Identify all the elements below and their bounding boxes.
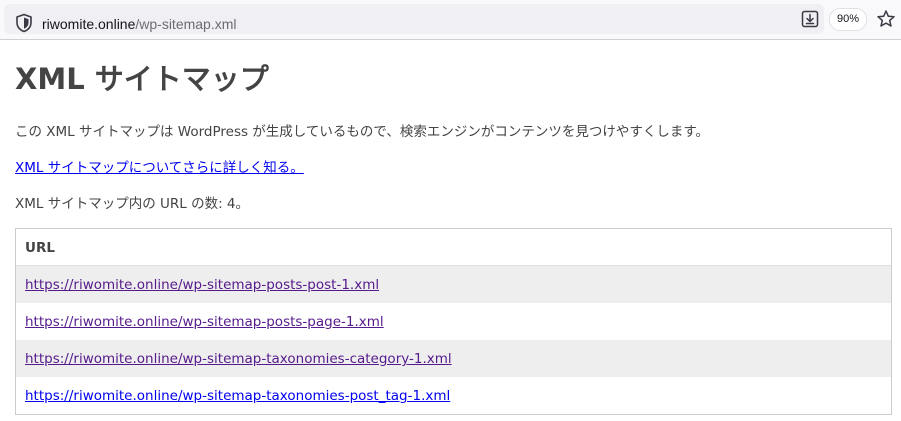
address-bar[interactable]: riwomite.online/wp-sitemap.xml xyxy=(4,4,824,34)
sitemap-table: URL https://riwomite.online/wp-sitemap-p… xyxy=(15,228,892,415)
star-icon[interactable] xyxy=(876,9,896,29)
page-description: この XML サイトマップは WordPress が生成しているもので、検索エン… xyxy=(15,124,710,140)
sitemap-link[interactable]: https://riwomite.online/wp-sitemap-posts… xyxy=(25,313,384,331)
sitemap-link[interactable]: https://riwomite.online/wp-sitemap-taxon… xyxy=(25,350,452,368)
table-row: https://riwomite.online/wp-sitemap-taxon… xyxy=(16,377,891,414)
browser-toolbar: riwomite.online/wp-sitemap.xml 90% xyxy=(0,0,901,40)
url-count: XML サイトマップ内の URL の数: 4。 xyxy=(15,196,250,212)
url-path: /wp-sitemap.xml xyxy=(135,16,237,32)
table-header: URL xyxy=(16,229,891,266)
sitemap-link[interactable]: https://riwomite.online/wp-sitemap-taxon… xyxy=(25,387,450,405)
learn-more-link[interactable]: XML サイトマップについてさらに詳しく知る。 xyxy=(15,158,304,178)
column-header-url: URL xyxy=(25,240,55,256)
zoom-level-button[interactable]: 90% xyxy=(830,9,866,30)
page-title: XML サイトマップ xyxy=(15,62,269,96)
url-domain: riwomite.online xyxy=(42,16,136,32)
download-icon[interactable] xyxy=(800,9,820,29)
table-row: https://riwomite.online/wp-sitemap-posts… xyxy=(16,266,891,303)
table-row: https://riwomite.online/wp-sitemap-taxon… xyxy=(16,340,891,377)
url-text[interactable]: riwomite.online/wp-sitemap.xml xyxy=(42,15,237,33)
table-row: https://riwomite.online/wp-sitemap-posts… xyxy=(16,303,891,340)
shield-icon[interactable] xyxy=(15,13,33,33)
sitemap-link[interactable]: https://riwomite.online/wp-sitemap-posts… xyxy=(25,276,379,294)
